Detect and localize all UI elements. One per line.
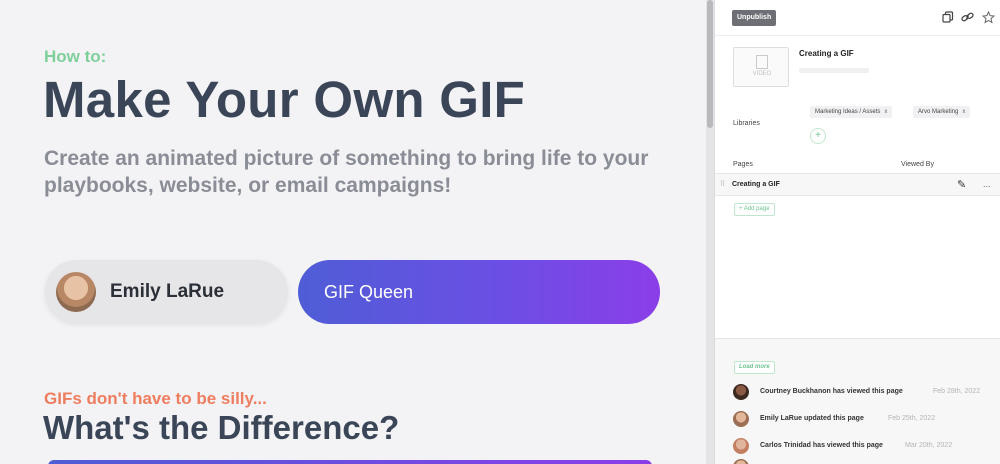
file-icon (756, 55, 768, 69)
activity-item: Emily LaRue updated this page Feb 25th, … (733, 411, 1000, 429)
activity-item (733, 459, 1000, 464)
app-window: How to: Make Your Own GIF Create an anim… (0, 0, 1000, 464)
libraries-label: Libraries (733, 120, 760, 127)
thumbnail-caption: VIDEO (752, 71, 772, 77)
unpublish-button[interactable]: Unpublish (732, 10, 777, 26)
activity-item: Carlos Trinidad has viewed this page Mar… (733, 438, 1000, 456)
author-name: Emily LaRue (110, 281, 225, 302)
pages-column-header: Pages (733, 161, 753, 168)
activity-time: Feb 28th, 2022 (933, 388, 981, 395)
page-row[interactable]: ⠿ Creating a GIF ✎ ... (715, 173, 1000, 196)
activity-text: Courtney Buckhanon has viewed this page (760, 388, 903, 395)
gradient-banner (48, 460, 652, 464)
role-label: GIF Queen (324, 282, 414, 302)
page-thumbnail[interactable]: VIDEO (733, 47, 789, 87)
edit-icon[interactable]: ✎ (957, 178, 966, 191)
activity-feed: Load more Courtney Buckhanon has viewed … (715, 338, 1000, 464)
article-eyebrow: How to: (44, 47, 107, 66)
avatar (733, 411, 749, 427)
article-scrollbar[interactable] (706, 0, 714, 464)
activity-time: Feb 25th, 2022 (888, 415, 936, 422)
activity-text: Carlos Trinidad has viewed this page (760, 442, 883, 449)
drag-handle-icon[interactable]: ⠿ (720, 180, 725, 188)
viewed-by-column-header: Viewed By (901, 161, 934, 168)
article-title: Make Your Own GIF (43, 71, 526, 128)
panel-toolbar: Unpublish (715, 0, 1000, 36)
section-eyebrow: GIFs don't have to be silly... (44, 389, 267, 408)
section-title: What's the Difference? (43, 409, 400, 446)
author-pill[interactable]: Emily LaRue (45, 260, 288, 323)
star-icon[interactable] (981, 10, 995, 25)
add-page-button[interactable]: + Add page (734, 203, 775, 216)
page-details-panel: Unpublish VIDEO Creating a GIF Marketing… (714, 0, 1000, 464)
activity-item: Courtney Buckhanon has viewed this page … (733, 384, 1000, 402)
avatar (56, 272, 96, 312)
avatar (733, 384, 749, 400)
library-tag[interactable]: Arvo Marketing x (913, 106, 971, 118)
page-row-label[interactable]: Creating a GIF (732, 181, 780, 188)
link-icon[interactable] (960, 11, 974, 25)
scroll-thumb[interactable] (707, 0, 713, 128)
article-pane: How to: Make Your Own GIF Create an anim… (0, 0, 706, 464)
library-tag[interactable]: Marketing Ideas / Assets x (810, 106, 893, 118)
load-more-button[interactable]: Load more (734, 361, 775, 374)
article-subtitle: Create an animated picture of something … (44, 147, 649, 197)
remove-tag-icon[interactable]: x (884, 109, 887, 115)
add-library-button[interactable]: + (810, 128, 826, 144)
activity-time: Mar 20th, 2022 (905, 442, 953, 449)
more-options-icon[interactable]: ... (983, 179, 991, 189)
library-tag-label: Arvo Marketing (918, 109, 959, 115)
avatar (733, 459, 749, 464)
remove-tag-icon[interactable]: x (962, 109, 965, 115)
page-card-title: Creating a GIF (799, 49, 854, 58)
page-card-description (799, 68, 869, 73)
role-pill: GIF Queen (298, 260, 660, 324)
avatar (733, 438, 749, 454)
library-tag-label: Marketing Ideas / Assets (815, 109, 881, 115)
copy-icon[interactable] (941, 11, 955, 25)
activity-text: Emily LaRue updated this page (760, 415, 864, 422)
